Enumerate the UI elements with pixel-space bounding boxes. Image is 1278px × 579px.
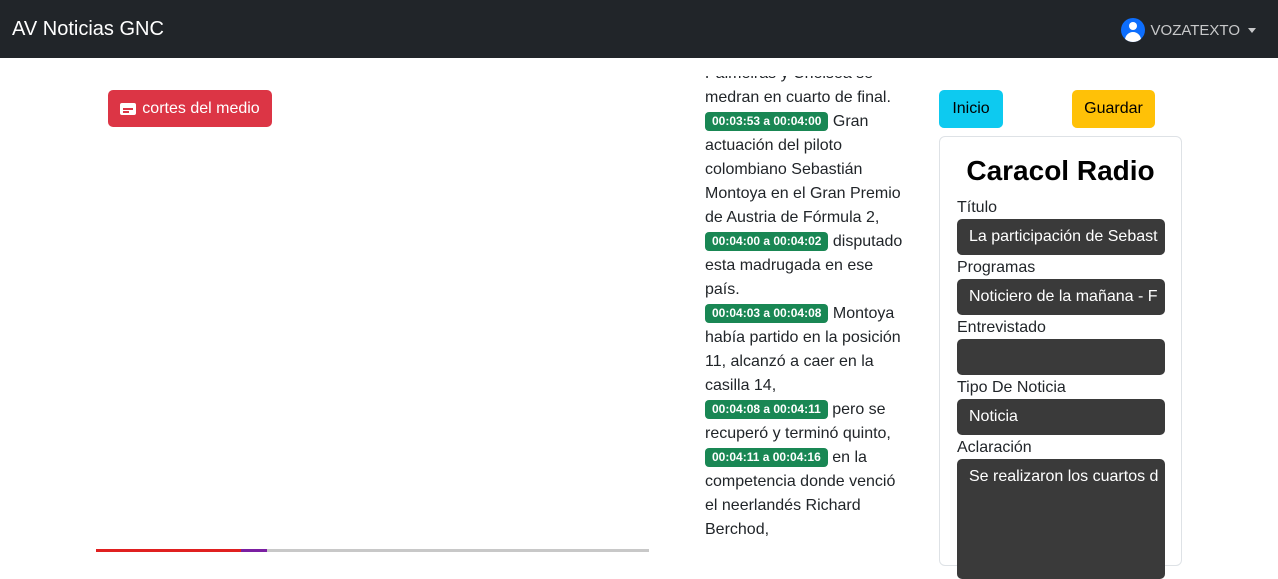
aclaracion-label: Aclaración bbox=[957, 439, 1032, 456]
programas-input[interactable]: Noticiero de la mañana - F bbox=[957, 279, 1165, 315]
transcript-lead-2: medran en cuarto de final. bbox=[705, 89, 891, 106]
aclaracion-textarea[interactable]: Se realizaron los cuartos d bbox=[957, 459, 1165, 579]
subtitles-icon bbox=[120, 102, 137, 115]
user-avatar-icon bbox=[1120, 18, 1145, 42]
titulo-input[interactable]: La participación de Sebast bbox=[957, 219, 1165, 255]
tipo-noticia-label: Tipo De Noticia bbox=[957, 379, 1066, 396]
user-menu[interactable]: VOZATEXTO bbox=[1120, 18, 1256, 42]
programas-label: Programas bbox=[957, 259, 1036, 276]
timestamp-badge[interactable]: 00:04:11 a 00:04:16 bbox=[705, 448, 828, 467]
top-navbar: AV Noticias GNC VOZATEXTO bbox=[0, 0, 1278, 58]
transcript-panel: Palmeiras y Chelsea se medran en cuarto … bbox=[705, 76, 905, 552]
inicio-button[interactable]: Inicio bbox=[939, 90, 1003, 128]
tipo-noticia-input[interactable]: Noticia bbox=[957, 399, 1165, 435]
transcript-segment: 00:04:03 a 00:04:08 Montoya había partid… bbox=[705, 302, 905, 398]
guardar-button[interactable]: Guardar bbox=[1072, 90, 1155, 128]
transcript-segment: 00:04:08 a 00:04:11 pero se recuperó y t… bbox=[705, 398, 905, 446]
transcript-segment: 00:04:00 a 00:04:02 disputado esta madru… bbox=[705, 230, 905, 302]
entrevistado-input[interactable] bbox=[957, 339, 1165, 375]
timestamp-badge[interactable]: 00:03:53 a 00:04:00 bbox=[705, 112, 829, 131]
news-form-card: Caracol Radio Título La participación de… bbox=[939, 136, 1182, 579]
cortes-del-medio-button[interactable]: cortes del medio bbox=[108, 90, 272, 127]
transcript-lead-1: Palmeiras y Chelsea se bbox=[705, 76, 905, 86]
timestamp-badge[interactable]: 00:04:03 a 00:04:08 bbox=[705, 304, 829, 323]
transcript-segment: 00:03:53 a 00:04:00 Gran actuación del p… bbox=[705, 110, 905, 230]
cortes-label: cortes del medio bbox=[142, 99, 260, 117]
transcript-segment: 00:04:11 a 00:04:16 en la competencia do… bbox=[705, 446, 905, 542]
timestamp-badge[interactable]: 00:04:08 a 00:04:11 bbox=[705, 400, 828, 419]
app-brand[interactable]: AV Noticias GNC bbox=[12, 18, 164, 41]
titulo-label: Título bbox=[957, 199, 998, 216]
entrevistado-label: Entrevistado bbox=[957, 319, 1046, 336]
chevron-down-icon bbox=[1248, 27, 1256, 33]
user-name: VOZATEXTO bbox=[1150, 21, 1240, 39]
timestamp-badge[interactable]: 00:04:00 a 00:04:02 bbox=[705, 232, 829, 251]
station-title: Caracol Radio bbox=[966, 155, 1155, 186]
